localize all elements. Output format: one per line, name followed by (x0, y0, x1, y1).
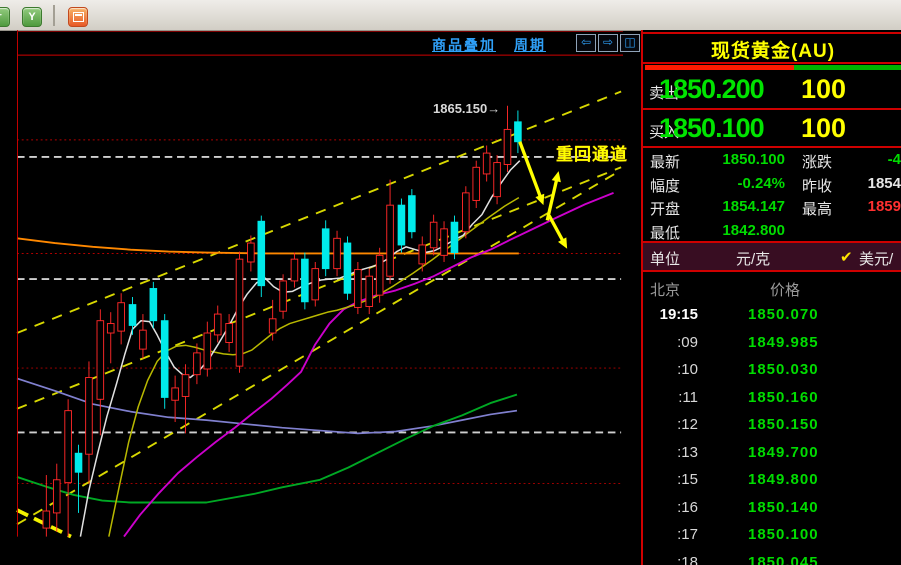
divider (643, 62, 901, 64)
tick-time: :10 (677, 361, 698, 378)
tick-time: :17 (677, 526, 698, 543)
tick-price: 1850.150 (748, 416, 819, 433)
divider (643, 270, 901, 272)
divider (643, 32, 901, 34)
tick-price: 1850.160 (748, 388, 819, 406)
tick-time: :12 (677, 416, 698, 433)
tick-price: 1850.140 (748, 498, 819, 516)
stat-value: -0.24% (737, 174, 785, 192)
quote-panel: 现货黄金(AU) 卖出 1850.200 100 买入 1850.100 100… (641, 30, 901, 565)
stat-label: 涨跌 (802, 154, 833, 171)
stat-label: 开盘 (650, 201, 681, 218)
price-column-header: 价格 (770, 282, 801, 299)
tick-time: 19:15 (659, 306, 698, 323)
tick-time: :13 (677, 443, 698, 461)
tick-time: :16 (677, 498, 698, 516)
unit-label: 单位 (650, 251, 681, 268)
buy-quote-row[interactable]: 买入 1850.100 100 (643, 111, 901, 147)
tick-time: :18 (677, 553, 698, 565)
tick-price: 1850.100 (748, 526, 819, 543)
unit-alt-value: 美元/ (859, 251, 894, 268)
high-price-label: 1865.150→ (433, 101, 501, 116)
unit-toggle-row[interactable]: 单位 元/克 ✔ 美元/ (643, 243, 901, 270)
stat-label: 最低 (650, 224, 681, 242)
stat-value: 1854 (867, 174, 901, 192)
divider (643, 146, 901, 148)
tick-time: :15 (677, 471, 698, 488)
tick-price: 1849.700 (748, 443, 819, 461)
stat-value: 1842.800 (722, 221, 785, 239)
tick-price: 1850.030 (748, 361, 819, 378)
sell-price: 1850.200 (659, 74, 765, 104)
buy-sell-strength-bar (645, 65, 901, 70)
sell-size: 100 (801, 74, 847, 104)
tick-time: :09 (677, 333, 698, 351)
chart-tool-icon[interactable]: Y (22, 7, 42, 27)
channel-annotation: 重回通道 (556, 145, 628, 164)
stat-value: 1854.147 (722, 198, 785, 215)
stat-label: 昨收 (802, 177, 833, 195)
period-link[interactable]: 周期 (514, 35, 546, 55)
instrument-title: 现货黄金(AU) (710, 41, 836, 62)
next-arrow-button[interactable]: ⇨ (598, 34, 618, 52)
tick-price: 1849.800 (748, 471, 819, 488)
split-view-button[interactable]: ◫ (620, 34, 640, 52)
sell-quote-row[interactable]: 卖出 1850.200 100 (643, 72, 901, 108)
sell-strength (645, 65, 795, 70)
window-grid-icon[interactable] (68, 7, 88, 27)
chart-nav-buttons: ⇦ ⇨ ◫ (576, 34, 640, 52)
stat-label: 最高 (802, 201, 833, 218)
tick-price: 1850.045 (748, 553, 819, 565)
app-icon-partial[interactable]: r (0, 7, 10, 27)
tick-time: :11 (678, 388, 698, 406)
tick-price: 1850.070 (748, 306, 819, 323)
candlestick-chart[interactable] (0, 30, 640, 565)
trading-terminal: r Y 商品叠加 周期 ⇦ ⇨ ◫ 1865.150→ 重回通道 现货黄金(AU… (0, 0, 901, 565)
stat-label: 最新 (650, 154, 681, 171)
unit-value: 元/克 (736, 251, 771, 268)
toolbar-separator (53, 5, 55, 26)
stat-value: -4 (887, 151, 901, 168)
stat-label: 幅度 (650, 177, 681, 195)
stat-value: 1859 (867, 198, 901, 215)
time-column-header: 北京 (650, 282, 681, 299)
check-icon: ✔ (840, 249, 853, 266)
buy-strength (794, 65, 901, 70)
buy-price: 1850.100 (659, 113, 765, 143)
prev-arrow-button[interactable]: ⇦ (576, 34, 596, 52)
stat-value: 1850.100 (722, 151, 785, 168)
overlay-link[interactable]: 商品叠加 (432, 35, 496, 55)
os-toolbar: r Y (0, 0, 901, 31)
tick-price: 1849.985 (748, 333, 819, 351)
buy-size: 100 (801, 113, 847, 143)
divider (643, 108, 901, 110)
y-glyph: Y (28, 10, 36, 23)
